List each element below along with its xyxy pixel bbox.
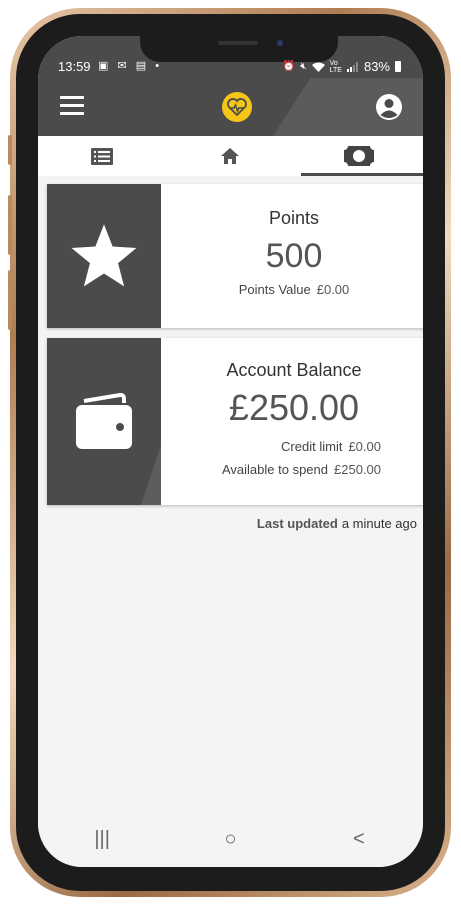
phone-side-button [8, 135, 12, 165]
balance-card[interactable]: Account Balance £250.00 Credit limit £0.0… [47, 338, 423, 505]
last-updated-value: a minute ago [341, 516, 417, 531]
status-system-icons: ⏰ 🔇︎ Vo LTE 83% [283, 59, 401, 74]
points-value-row: Points Value £0.00 [239, 282, 350, 297]
balance-title: Account Balance [226, 360, 362, 380]
credit-limit-row: Credit limit £0.00 [281, 439, 381, 454]
available-to-spend-label: Available to spend [221, 462, 328, 477]
video-icon: ▤ [135, 60, 150, 72]
status-time: 13:59 [58, 59, 91, 74]
recents-button[interactable]: ||| [72, 828, 132, 851]
main-content: Points 500 Points Value £0.00 Account Bal… [38, 176, 423, 796]
phone-side-button [8, 270, 12, 330]
mute-icon: 🔇︎ [300, 61, 307, 72]
available-to-spend-row: Available to spend £250.00 [222, 462, 381, 477]
status-bar: 13:59 ▣ ✉ ▤ • ⏰ 🔇︎ Vo LTE 83% [38, 36, 423, 78]
points-title: Points [268, 208, 320, 228]
tab-money[interactable] [295, 136, 423, 176]
phone-side-button [8, 195, 12, 255]
back-button[interactable]: < [329, 828, 389, 851]
tab-bar [38, 136, 423, 176]
last-updated-label: Last updated [256, 516, 338, 531]
account-circle-icon[interactable] [375, 93, 403, 121]
balance-value: £250.00 [228, 387, 360, 428]
mail-icon: ✉ [117, 60, 130, 72]
panel-shade [141, 445, 161, 505]
credit-limit-label: Credit limit [281, 439, 343, 454]
front-camera [277, 40, 283, 46]
battery-percent: 83% [363, 59, 390, 74]
heart-pulse-logo[interactable] [222, 92, 252, 122]
alarm-icon: ⏰ [282, 61, 296, 72]
points-card-icon-panel [47, 184, 161, 328]
home-button[interactable]: ○ [200, 828, 260, 851]
wifi-icon [311, 62, 325, 72]
app-bar [38, 78, 423, 136]
image-icon: ▣ [98, 60, 112, 72]
volte-icon: Vo LTE [329, 59, 342, 74]
phone-screen: 13:59 ▣ ✉ ▤ • ⏰ 🔇︎ Vo LTE 83% Points 500… [38, 36, 423, 867]
points-card[interactable]: Points 500 Points Value £0.00 [47, 184, 423, 328]
tab-list[interactable] [38, 136, 166, 176]
points-value-amount: £0.00 [316, 282, 350, 297]
money-icon [343, 146, 374, 166]
balance-rows: Credit limit £0.00 Available to spend £250… [222, 429, 381, 477]
last-updated: Last updated a minute ago [257, 516, 417, 531]
list-icon [91, 147, 114, 165]
available-to-spend-amount: £250.00 [334, 462, 381, 477]
credit-limit-amount: £0.00 [348, 439, 381, 454]
status-notification-icons: ▣ ✉ ▤ • [98, 59, 162, 72]
tab-home[interactable] [166, 136, 294, 176]
balance-card-icon-panel [47, 338, 161, 505]
home-icon [221, 148, 240, 164]
battery-icon [395, 61, 401, 72]
signal-icon [346, 61, 358, 72]
points-card-body: Points 500 Points Value £0.00 [161, 184, 423, 328]
points-value-label: Points Value [238, 282, 311, 297]
earpiece-speaker [218, 41, 258, 45]
points-value: 500 [265, 237, 323, 275]
wallet-icon [76, 392, 132, 449]
hamburger-icon[interactable] [60, 96, 84, 116]
star-icon [71, 224, 137, 287]
balance-card-body: Account Balance £250.00 Credit limit £0.0… [161, 338, 423, 505]
system-nav-bar: ||| ○ < [38, 811, 423, 867]
